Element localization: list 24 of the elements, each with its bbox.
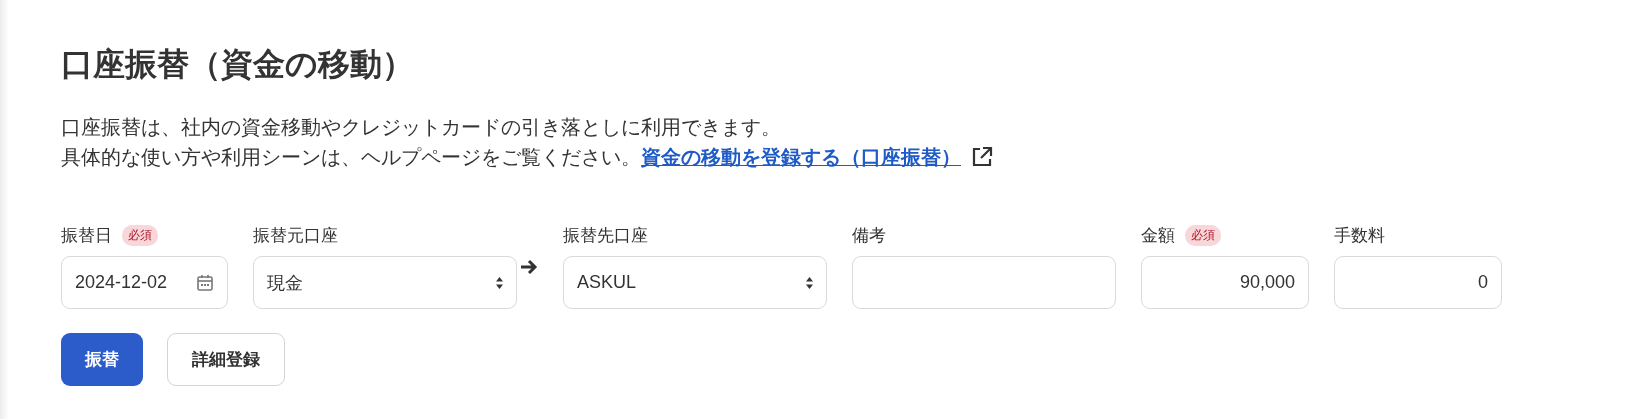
help-link[interactable]: 資金の移動を登録する（口座振替） (641, 142, 961, 172)
calendar-icon (196, 273, 214, 292)
field-label: 振替元口座 (253, 224, 338, 247)
description-text: 口座振替は、社内の資金移動やクレジットカードの引き落としに利用できます。 (61, 115, 781, 140)
detail-button[interactable]: 詳細登録 (167, 333, 285, 386)
amount-field[interactable]: 90,000 (1141, 256, 1309, 309)
required-badge: 必須 (1185, 224, 1221, 246)
sort-caret-icon (806, 276, 813, 289)
memo-field[interactable] (852, 256, 1116, 309)
field-label: 振替先口座 (563, 224, 648, 247)
page-title: 口座振替（資金の移動） (61, 45, 415, 84)
external-link-icon (971, 146, 993, 168)
account-select[interactable]: 現金 (253, 256, 517, 309)
field-label: 振替日 (61, 224, 112, 247)
field-label: 手数料 (1334, 224, 1385, 247)
field-label: 備考 (852, 224, 886, 247)
date-field[interactable]: 2024-12-02 (61, 256, 228, 309)
sort-caret-icon (496, 276, 503, 289)
transfer-button[interactable]: 振替 (61, 333, 143, 386)
required-badge: 必須 (122, 224, 158, 246)
description-text: 具体的な使い方や利用シーンは、ヘルプページをご覧ください。 (61, 145, 641, 170)
account-select[interactable]: ASKUL (563, 256, 827, 309)
field-label: 金額 (1141, 224, 1175, 247)
amount-field[interactable]: 0 (1334, 256, 1502, 309)
